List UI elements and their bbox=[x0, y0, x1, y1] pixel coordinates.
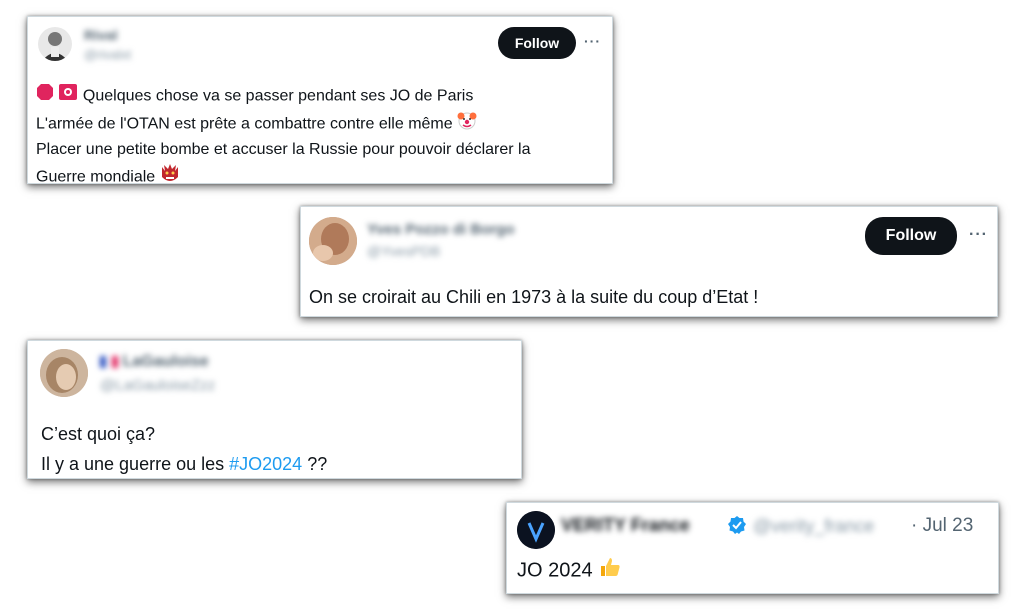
verified-badge-icon bbox=[727, 515, 747, 540]
tweet-text: On se croirait au Chili en 1973 à la sui… bbox=[309, 287, 759, 307]
follow-button[interactable]: Follow bbox=[498, 27, 576, 59]
avatar[interactable] bbox=[38, 27, 72, 61]
author-handle[interactable]: @rivalxt bbox=[84, 47, 131, 62]
author-name[interactable]: LaGauloise bbox=[100, 353, 209, 371]
tweet-line-3: Placer une petite bombe et accuser la Ru… bbox=[36, 141, 531, 158]
tweet-text: JO 2024 bbox=[517, 555, 622, 587]
avatar[interactable] bbox=[40, 349, 88, 397]
author-name[interactable]: Yves Pozzo di Borgo bbox=[367, 221, 515, 238]
hashtag-link[interactable]: #JO2024 bbox=[229, 454, 302, 474]
tweet-line-2-prefix: Il y a une guerre ou les bbox=[41, 454, 230, 474]
clown-face-icon bbox=[457, 110, 477, 139]
author-handle[interactable]: @YvesPDB bbox=[367, 243, 440, 259]
avatar[interactable] bbox=[517, 511, 555, 549]
france-flag-icon bbox=[100, 355, 118, 368]
ogre-mask-icon bbox=[160, 163, 180, 192]
tweet-card-1: Rival @rivalxt Follow ··· Quelques chose… bbox=[27, 16, 613, 185]
tweet-text-body: JO 2024 bbox=[517, 559, 593, 582]
more-options-icon[interactable]: ··· bbox=[584, 33, 601, 49]
tweet-line-1: Quelques chose va se passer pendant ses … bbox=[82, 87, 474, 105]
tweet-date[interactable]: · Jul 23 bbox=[911, 515, 973, 537]
tweet-text: Quelques chose va se passer pendant ses … bbox=[36, 83, 531, 191]
author-name[interactable]: Rival bbox=[84, 27, 117, 43]
tweet-line-4: Guerre mondiale bbox=[36, 167, 156, 185]
tweet-card-3: LaGauloise @LaGauloiseZzz C’est quoi ça?… bbox=[27, 340, 522, 479]
stop-sign-icon bbox=[36, 83, 54, 110]
author-name[interactable]: VERITY France bbox=[561, 515, 690, 536]
follow-button[interactable]: Follow bbox=[865, 217, 957, 255]
tweet-line-2-suffix: ?? bbox=[302, 454, 328, 474]
tweet-text: C’est quoi ça? Il y a une guerre ou les … bbox=[41, 419, 327, 479]
tweet-line-1: C’est quoi ça? bbox=[41, 424, 156, 444]
tweet-card-4: VERITY France @verity_france · Jul 23 JO… bbox=[506, 502, 999, 594]
author-handle[interactable]: @verity_france bbox=[753, 516, 874, 537]
more-options-icon[interactable]: ··· bbox=[969, 226, 988, 244]
tweet-card-2: Yves Pozzo di Borgo @YvesPDB Follow ··· … bbox=[300, 206, 998, 317]
police-light-icon bbox=[58, 83, 78, 110]
author-handle[interactable]: @LaGauloiseZzz bbox=[100, 377, 215, 394]
avatar[interactable] bbox=[309, 217, 357, 265]
thumbs-up-icon bbox=[598, 555, 622, 587]
tweet-line-2: L'armée de l'OTAN est prête a combattre … bbox=[36, 114, 453, 132]
author-name-text: LaGauloise bbox=[122, 353, 209, 370]
